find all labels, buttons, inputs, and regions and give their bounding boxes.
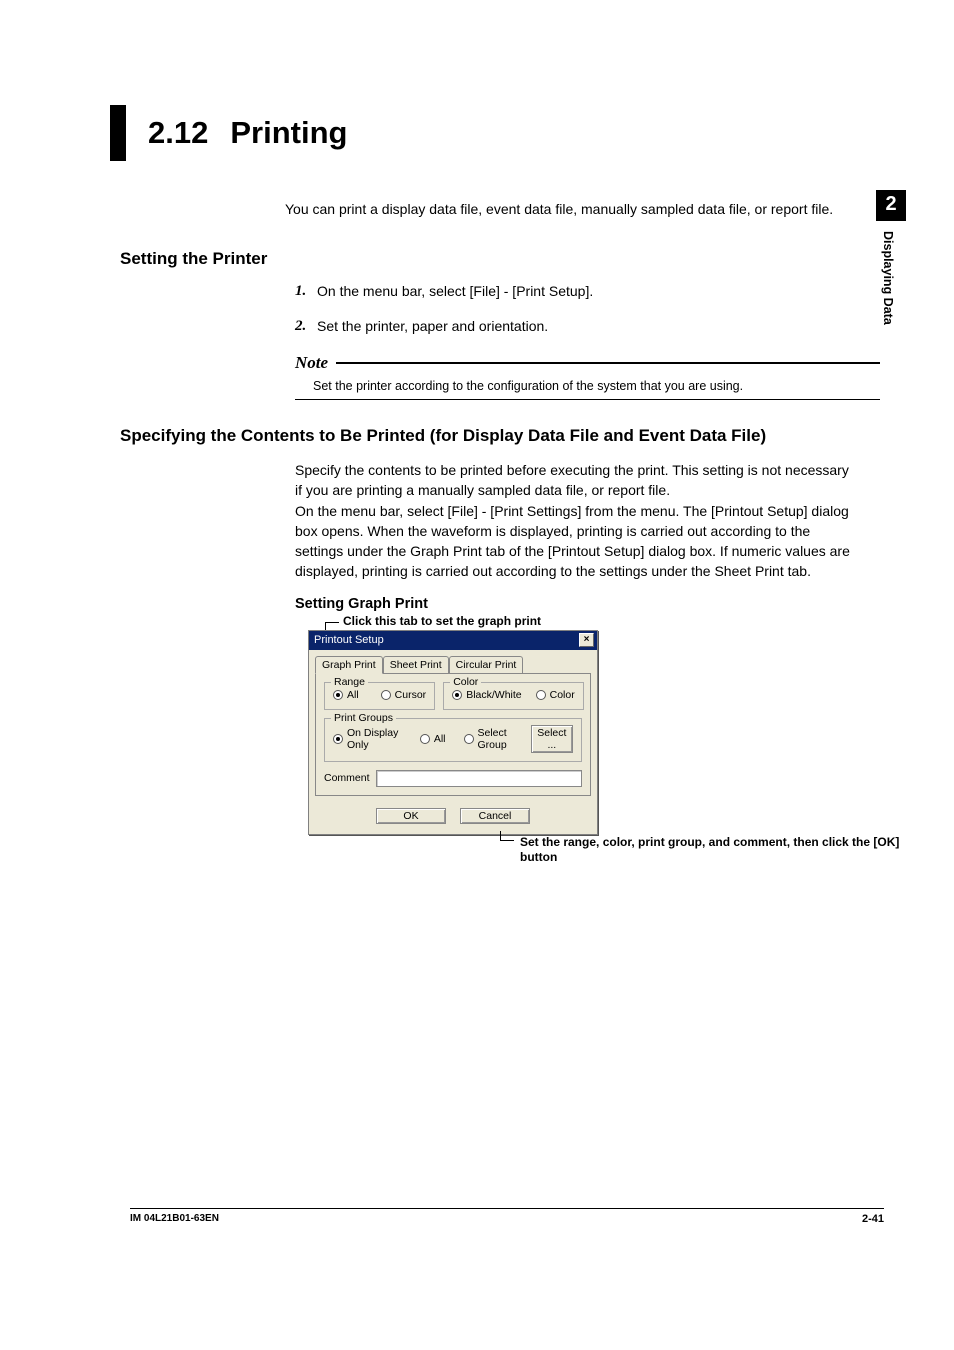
radio-label: Black/White <box>466 689 521 701</box>
radio-label: Color <box>550 689 575 701</box>
footer-doc-id: IM 04L21B01-63EN <box>130 1213 219 1225</box>
callout-bottom-text: Set the range, color, print group, and c… <box>520 835 900 866</box>
range-legend: Range <box>331 676 368 688</box>
radio-label: Cursor <box>395 689 427 701</box>
dialog-tabs: Graph Print Sheet Print Circular Print <box>309 650 597 673</box>
radio-color-color[interactable] <box>536 690 546 700</box>
cancel-button[interactable]: Cancel <box>460 808 530 824</box>
setting-printer-heading: Setting the Printer <box>120 249 880 269</box>
step-number: 2. <box>295 318 317 335</box>
step-text: Set the printer, paper and orientation. <box>317 318 548 335</box>
radio-label: On Display Only <box>347 727 408 751</box>
footer-page-number: 2-41 <box>862 1213 884 1225</box>
radio-range-all[interactable] <box>333 690 343 700</box>
step-number: 1. <box>295 283 317 300</box>
radio-label: All <box>434 733 446 745</box>
specifying-heading: Specifying the Contents to Be Printed (f… <box>120 426 860 446</box>
select-button[interactable]: Select ... <box>531 725 573 753</box>
section-title: 2.12 Printing <box>110 105 880 161</box>
tab-sheet-print[interactable]: Sheet Print <box>383 656 449 673</box>
comment-row: Comment <box>324 770 582 787</box>
chapter-number: 2 <box>876 190 906 221</box>
section-number: 2.12 <box>148 115 208 151</box>
note-block: Note Set the printer according to the co… <box>295 353 880 400</box>
radio-pg-all[interactable] <box>420 734 430 744</box>
radio-label: Select Group <box>478 727 527 751</box>
color-group: Color Black/White Color <box>443 682 584 710</box>
note-rule-top <box>336 362 880 364</box>
note-rule-bottom <box>295 399 880 400</box>
print-groups-group: Print Groups On Display Only All Select … <box>324 718 582 762</box>
ok-button[interactable]: OK <box>376 808 446 824</box>
setting-printer-steps: 1. On the menu bar, select [File] - [Pri… <box>295 283 880 335</box>
color-legend: Color <box>450 676 481 688</box>
tab-circular-print[interactable]: Circular Print <box>449 656 524 673</box>
section-name: Printing <box>230 115 347 151</box>
dialog-titlebar[interactable]: Printout Setup × <box>309 631 597 650</box>
radio-pg-select[interactable] <box>464 734 474 744</box>
specifying-paragraph: Specify the contents to be printed befor… <box>295 460 855 582</box>
radio-range-cursor[interactable] <box>381 690 391 700</box>
dialog-footer: OK Cancel <box>309 802 597 834</box>
print-groups-legend: Print Groups <box>331 712 396 724</box>
radio-label: All <box>347 689 359 701</box>
note-label: Note <box>295 353 336 373</box>
setting-graph-print-heading: Setting Graph Print <box>295 596 880 612</box>
step-2: 2. Set the printer, paper and orientatio… <box>295 318 880 335</box>
callout-top: Click this tab to set the graph print <box>325 614 880 628</box>
note-text: Set the printer according to the configu… <box>295 373 880 399</box>
comment-label: Comment <box>324 772 370 784</box>
callout-bottom: Set the range, color, print group, and c… <box>500 835 900 866</box>
step-1: 1. On the menu bar, select [File] - [Pri… <box>295 283 880 300</box>
chapter-name: Displaying Data <box>881 221 895 325</box>
comment-input[interactable] <box>376 770 582 787</box>
intro-text: You can print a display data file, event… <box>285 201 880 217</box>
section-bar <box>110 105 126 161</box>
tab-body: Range All Cursor Color Black/White <box>315 673 591 796</box>
side-tab: 2 Displaying Data <box>876 190 906 325</box>
tab-graph-print[interactable]: Graph Print <box>315 656 383 674</box>
callout-top-text: Click this tab to set the graph print <box>343 614 541 628</box>
printout-setup-dialog: Printout Setup × Graph Print Sheet Print… <box>308 630 598 835</box>
step-text: On the menu bar, select [File] - [Print … <box>317 283 593 300</box>
page-footer: IM 04L21B01-63EN 2-41 <box>130 1208 884 1225</box>
radio-color-bw[interactable] <box>452 690 462 700</box>
dialog-title: Printout Setup <box>314 634 384 646</box>
range-group: Range All Cursor <box>324 682 435 710</box>
close-icon[interactable]: × <box>579 633 594 647</box>
radio-pg-ondisplay[interactable] <box>333 734 343 744</box>
